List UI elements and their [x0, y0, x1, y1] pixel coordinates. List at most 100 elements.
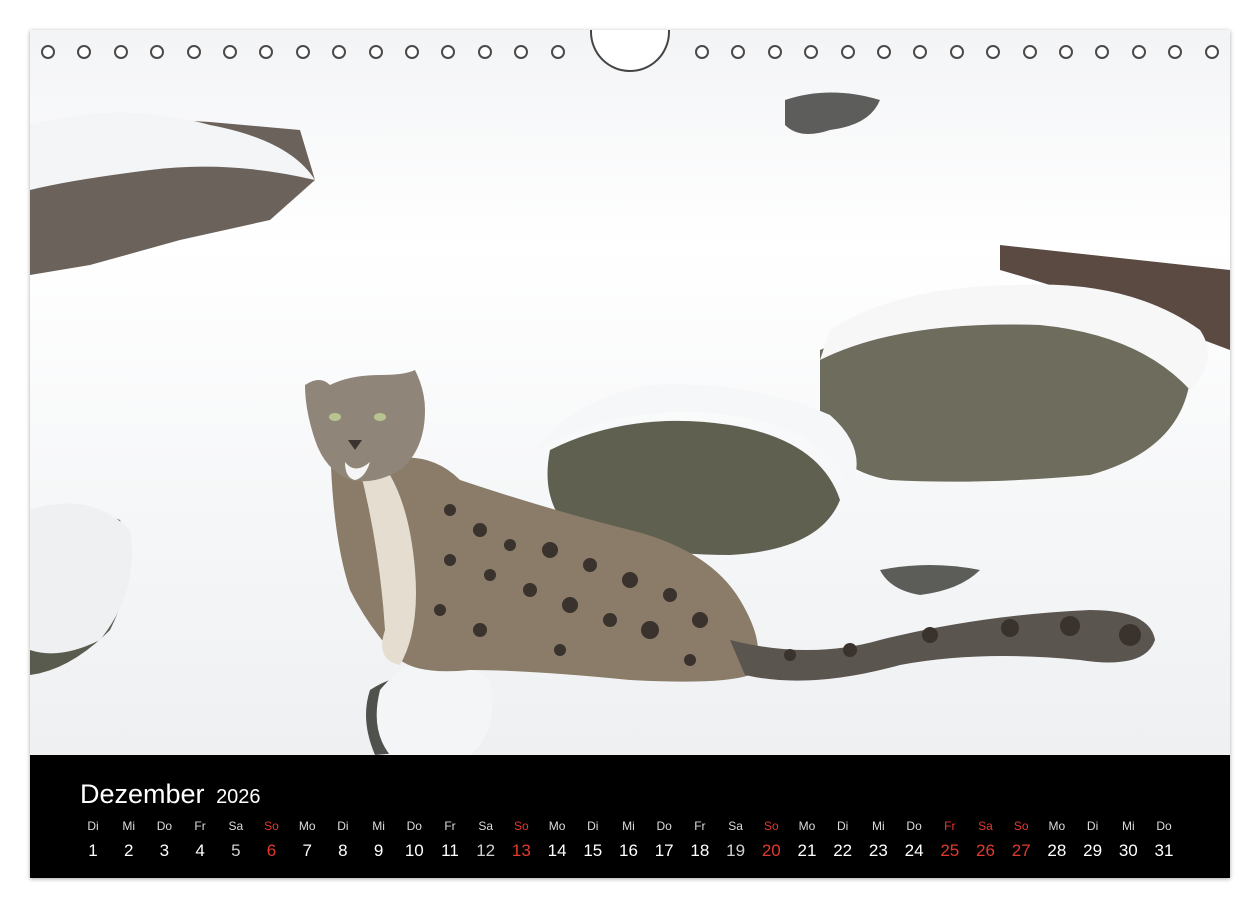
weekday-label: Di	[837, 819, 849, 833]
binding-ring-icon	[223, 45, 237, 59]
weekday-label: Mo	[548, 819, 566, 833]
binding-ring-icon	[877, 45, 891, 59]
day-number: 24	[904, 841, 924, 860]
day-number: 13	[511, 841, 531, 860]
day-cell: Do 24	[896, 819, 932, 861]
year: 2026	[216, 786, 261, 808]
binding-ring-icon	[77, 45, 92, 59]
month-title: Dezember 2026	[80, 779, 261, 810]
day-cell: Do 31	[1146, 819, 1182, 861]
weekday-label: Sa	[228, 819, 244, 833]
calendar-bar: Dezember 2026 Di 1 Mi 2 Do 3 Fr 4 Sa 5 So 6 Mo 7 Di 8 Mi…	[30, 755, 1230, 878]
weekday-label: Mi	[122, 819, 136, 833]
weekday-label: Di	[587, 819, 599, 833]
weekday-label: Do	[156, 819, 173, 833]
day-number: 15	[583, 841, 603, 860]
day-cell: Mo 28	[1039, 819, 1075, 861]
weekday-label: Fr	[694, 819, 706, 833]
weekday-label: Fr	[444, 819, 456, 833]
weekday-label: Fr	[944, 819, 956, 833]
weekday-label: Di	[1086, 819, 1099, 833]
day-cell: Do 17	[646, 819, 682, 861]
day-number: 25	[940, 841, 960, 860]
weekday-label: Mi	[872, 819, 885, 833]
day-cell: Mo 14	[539, 819, 575, 861]
day-cell: So 13	[503, 819, 539, 861]
binding-ring-icon	[731, 45, 746, 59]
day-number: 21	[797, 841, 817, 860]
weekday-label: Mi	[1121, 819, 1135, 833]
day-cell: Fr 11	[432, 819, 468, 861]
binding-ring-icon	[186, 45, 201, 59]
day-number: 11	[441, 841, 459, 860]
weekday-label: Do	[406, 819, 422, 833]
day-number: 30	[1118, 841, 1138, 860]
day-cell: Fr 4	[182, 819, 218, 861]
day-number: 16	[619, 841, 638, 860]
day-cell: Sa 19	[718, 819, 754, 861]
month-name: Dezember	[80, 779, 205, 809]
day-cell: Di 29	[1075, 819, 1111, 861]
day-cell: Mi 23	[860, 819, 896, 861]
binding-ring-icon	[1131, 45, 1146, 59]
day-number: 28	[1047, 841, 1067, 860]
binding-ring-icon	[804, 45, 819, 59]
day-number: 18	[690, 841, 710, 860]
weekday-label: So	[763, 819, 779, 833]
weekday-label: Mi	[622, 819, 635, 833]
weekday-label: Mi	[372, 819, 385, 833]
day-number: 29	[1083, 841, 1103, 860]
day-cell: Mo 21	[789, 819, 825, 861]
day-number: 22	[833, 841, 853, 860]
binding-ring-icon	[913, 45, 928, 59]
day-number: 1	[88, 841, 98, 860]
snow-leopard-photo	[30, 30, 1230, 755]
weekday-label: Fr	[194, 819, 206, 833]
weekday-label: So	[514, 819, 529, 833]
binding-ring-icon	[441, 45, 456, 59]
day-cell: Fr 18	[682, 819, 718, 861]
day-cell: Sa 12	[468, 819, 504, 861]
day-number: 4	[195, 841, 205, 860]
weekday-label: Do	[656, 819, 672, 833]
weekday-label: Di	[337, 819, 349, 833]
day-number: 14	[547, 841, 567, 860]
day-cell: Fr 25	[932, 819, 968, 861]
binding-ring-icon	[332, 45, 347, 59]
binding-ring-icon	[767, 45, 782, 59]
day-number: 2	[123, 841, 134, 860]
binding-ring-icon	[514, 45, 529, 59]
binding-ring-icon	[259, 45, 274, 59]
weekday-label: Do	[906, 819, 922, 833]
day-cell: Mi 16	[611, 819, 647, 861]
day-number: 12	[476, 841, 496, 860]
day-cell: So 27	[1003, 819, 1039, 861]
day-number: 23	[868, 841, 888, 860]
day-cell: So 6	[254, 819, 290, 861]
binding-ring-icon	[840, 45, 855, 59]
binding-ring-icon	[368, 45, 383, 59]
day-number: 9	[373, 841, 384, 860]
day-cell: Mo 7	[289, 819, 325, 861]
day-cell: Di 15	[575, 819, 611, 861]
weekday-label: Mo	[298, 819, 316, 833]
day-number: 20	[761, 841, 781, 860]
binding-ring-icon	[41, 45, 55, 59]
day-cell: Di 1	[75, 819, 111, 861]
weekday-label: Sa	[978, 819, 993, 833]
weekday-label: Di	[87, 819, 99, 833]
hanger-hook-icon	[590, 30, 670, 72]
day-cell: Sa 5	[218, 819, 254, 861]
day-cell: Sa 26	[968, 819, 1004, 861]
binding-ring-icon	[949, 45, 964, 59]
weekday-label: So	[264, 819, 279, 833]
day-number: 5	[231, 841, 241, 860]
day-cell: Mi 2	[111, 819, 147, 861]
binding-ring-icon	[1168, 45, 1183, 59]
day-cell: So 20	[753, 819, 789, 861]
day-number: 10	[404, 841, 424, 860]
day-number: 31	[1154, 841, 1174, 860]
day-cell: Mi 30	[1110, 819, 1146, 861]
day-number: 19	[726, 841, 746, 860]
day-number: 8	[338, 841, 348, 860]
